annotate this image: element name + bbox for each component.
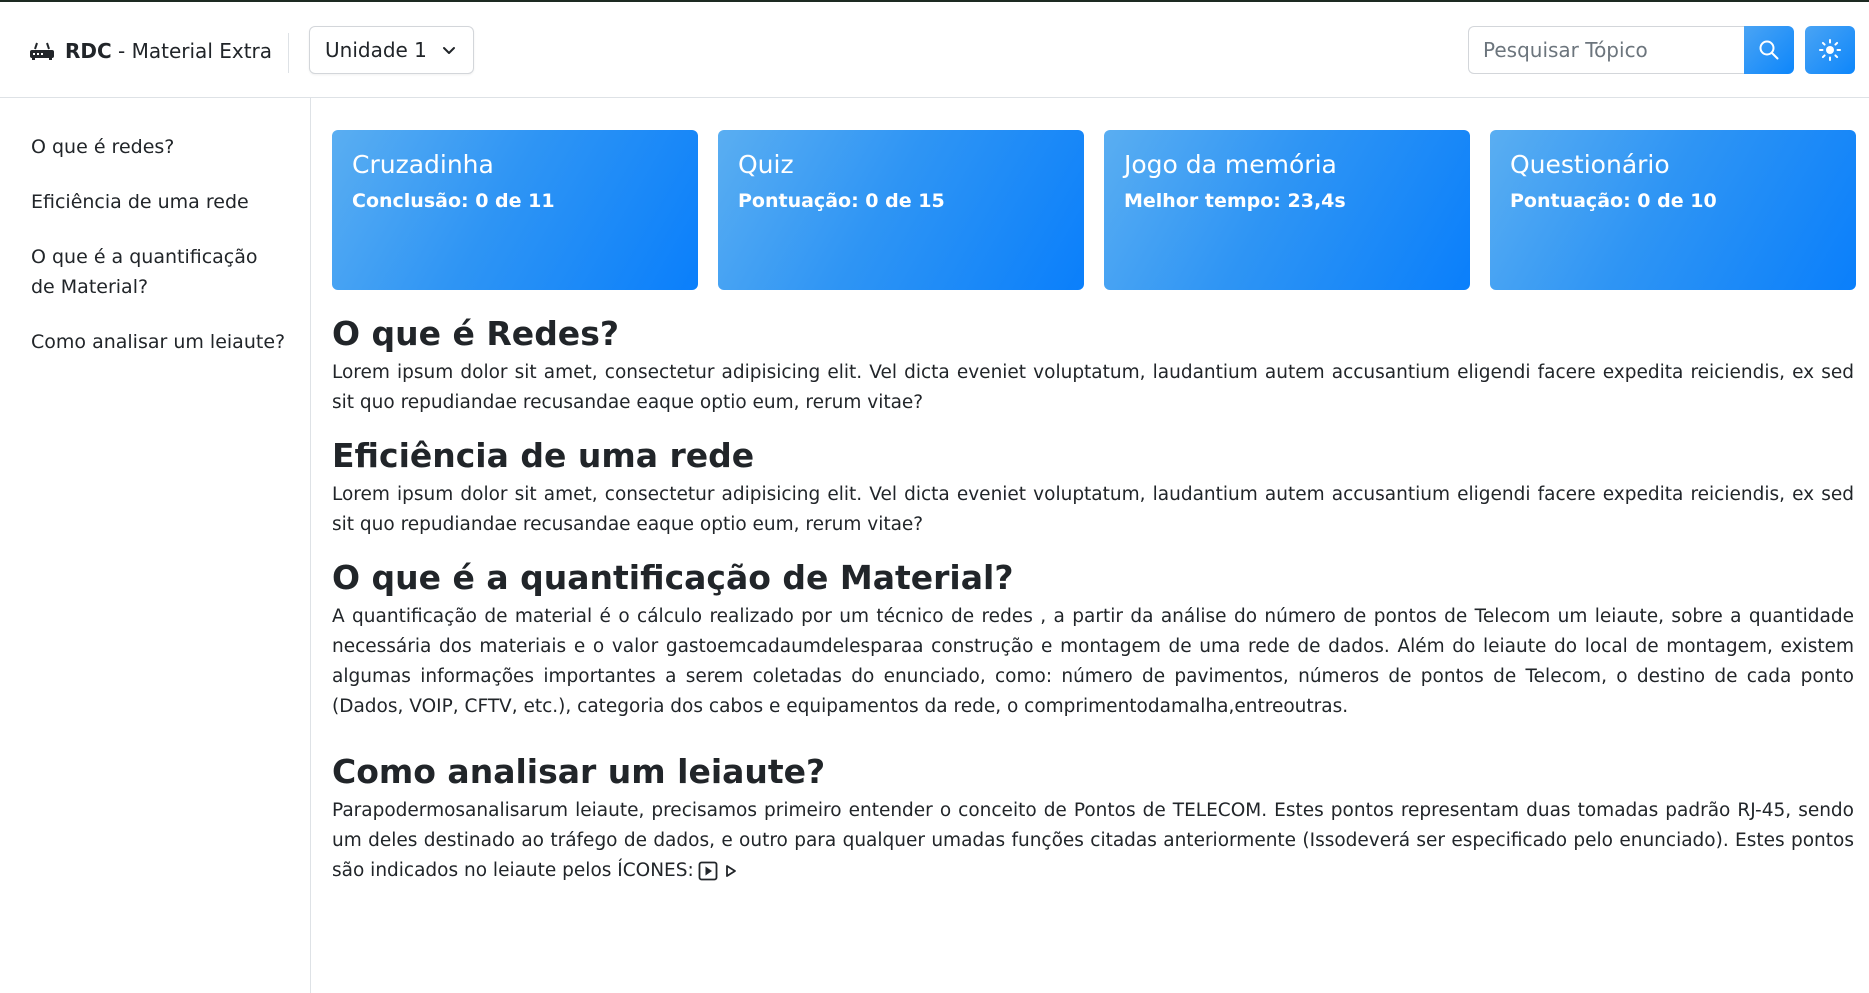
- play-outline-icon: [725, 865, 736, 877]
- sidebar-item-redes[interactable]: O que é redes?: [31, 132, 301, 162]
- unit-select[interactable]: Unidade 1: [309, 26, 474, 74]
- navbar: RDC - Material Extra Unidade 1: [0, 2, 1869, 98]
- search-input[interactable]: [1468, 26, 1744, 74]
- card-quiz[interactable]: Quiz Pontuação: 0 de 15: [718, 130, 1084, 290]
- chevron-down-icon: [443, 47, 455, 54]
- card-cruzadinha[interactable]: Cruzadinha Conclusão: 0 de 11: [332, 130, 698, 290]
- section-quantificacao: O que é a quantificação de Material? A q…: [332, 556, 1854, 722]
- card-jogo-da-memoria[interactable]: Jogo da memória Melhor tempo: 23,4s: [1104, 130, 1470, 290]
- brand-title: RDC - Material Extra: [65, 39, 272, 63]
- section-heading: Como analisar um leiaute?: [332, 752, 826, 791]
- search-button[interactable]: [1744, 26, 1794, 74]
- section-body: A quantificação de material é o cálculo …: [332, 606, 1854, 717]
- search-icon: [1759, 40, 1779, 60]
- brand-strong: RDC: [65, 39, 112, 63]
- unit-select-value: Unidade 1: [325, 38, 427, 62]
- sun-icon: [1819, 39, 1841, 61]
- card-subtitle: Pontuação: 0 de 15: [738, 190, 945, 212]
- section-body: Parapodermosanalisarum leiaute, precisam…: [332, 800, 1854, 881]
- router-icon: [30, 42, 54, 60]
- sidebar-item-eficiencia[interactable]: Eficiência de uma rede: [31, 187, 301, 217]
- sidebar-item-leiaute[interactable]: Como analisar um leiaute?: [31, 327, 301, 357]
- section-eficiencia: Eficiência de uma rede Lorem ipsum dolor…: [332, 434, 1854, 540]
- card-subtitle: Conclusão: 0 de 11: [352, 190, 555, 212]
- card-title: Cruzadinha: [352, 150, 494, 179]
- card-title: Jogo da memória: [1124, 150, 1337, 179]
- sidebar-item-quantificacao[interactable]: O que é a quantificação de Material?: [31, 242, 286, 302]
- play-square-icon: [698, 861, 718, 881]
- sidebar: O que é redes? Eficiência de uma rede O …: [0, 98, 311, 993]
- section-body-wrap: Parapodermosanalisarum leiaute, precisam…: [332, 796, 1854, 886]
- card-title: Questionário: [1510, 150, 1670, 179]
- card-title: Quiz: [738, 150, 794, 179]
- main-content: O que é Redes? Lorem ipsum dolor sit ame…: [332, 312, 1854, 902]
- section-body: Lorem ipsum dolor sit amet, consectetur …: [332, 484, 1854, 535]
- card-questionario[interactable]: Questionário Pontuação: 0 de 10: [1490, 130, 1856, 290]
- section-heading: O que é Redes?: [332, 314, 619, 353]
- brand[interactable]: RDC - Material Extra: [29, 38, 272, 64]
- section-redes: O que é Redes? Lorem ipsum dolor sit ame…: [332, 312, 1854, 418]
- brand-rest: - Material Extra: [111, 39, 273, 63]
- card-subtitle: Pontuação: 0 de 10: [1510, 190, 1717, 212]
- navbar-divider: [288, 33, 289, 73]
- theme-toggle-button[interactable]: [1805, 26, 1855, 74]
- section-heading: Eficiência de uma rede: [332, 436, 755, 475]
- section-body: Lorem ipsum dolor sit amet, consectetur …: [332, 362, 1854, 413]
- section-heading: O que é a quantificação de Material?: [332, 558, 1014, 597]
- card-subtitle: Melhor tempo: 23,4s: [1124, 190, 1346, 212]
- search-group: [1468, 26, 1794, 74]
- section-leiaute: Como analisar um leiaute? Parapodermosan…: [332, 750, 1854, 886]
